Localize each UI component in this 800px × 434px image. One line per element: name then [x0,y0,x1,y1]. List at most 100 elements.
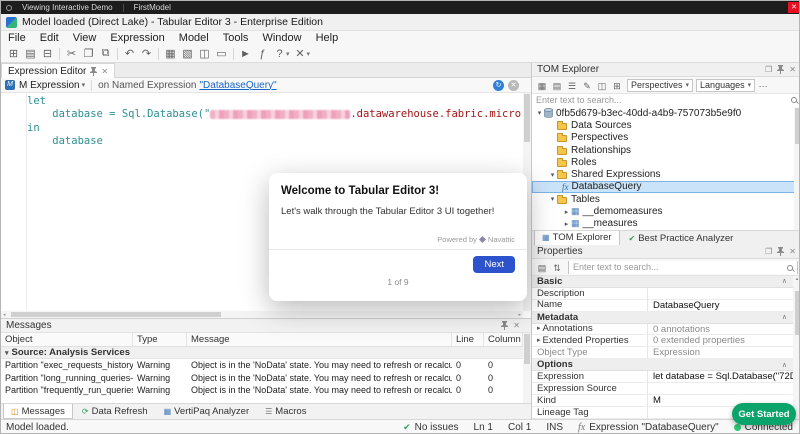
list-view-icon[interactable]: ☰ [565,79,579,92]
pivot-view-icon[interactable]: ▧ [179,47,196,60]
redo-icon[interactable]: ↷ [138,47,155,60]
categorized-view-icon[interactable]: ▤ [535,261,549,274]
tab-expression-editor[interactable]: Expression Editor ✕ [1,63,115,78]
tree-node-tables[interactable]: ▾ Tables [532,193,800,205]
more-options-icon[interactable]: ⋯ [756,79,770,92]
close-icon[interactable]: ✕ [789,247,796,256]
context-expression-link[interactable]: "DatabaseQuery" [199,80,276,91]
comment-icon[interactable]: ◫ [196,47,213,60]
languages-dropdown[interactable]: Languages ▾ [696,79,755,92]
chevron-down-icon[interactable]: ▾ [548,195,557,203]
tab-messages[interactable]: ◫ Messages [3,404,73,419]
function-icon[interactable]: ƒ [254,48,271,60]
scrollbar-thumb[interactable] [524,94,530,142]
demo-tab-firstmodel[interactable]: FirstModel [128,3,177,12]
property-group-options[interactable]: Options ∧ [532,359,793,371]
get-started-button[interactable]: Get Started [732,403,796,425]
powered-by[interactable]: Powered by Navattic [281,235,515,244]
chevron-down-icon[interactable]: ▾ [548,171,557,179]
message-row[interactable]: Partition "frequently_run_queries-d2... … [1,384,523,397]
expression-kind-selector[interactable]: M Expression [19,80,80,91]
message-row[interactable]: Partition "exec_requests_history-c7d... … [1,359,523,372]
property-row-expression-source[interactable]: Expression Source [532,383,793,395]
discard-expression-button[interactable]: ✕ [508,80,519,91]
scrollbar-thumb[interactable] [524,334,530,364]
pin-icon[interactable] [501,321,508,330]
scroll-up-icon[interactable]: ▴ [793,276,800,283]
vertical-scrollbar[interactable] [794,107,800,230]
tree-node-shared-expressions[interactable]: ▾ Shared Expressions [532,168,800,180]
menu-tools[interactable]: Tools [216,32,256,44]
apply-expression-button[interactable]: ↻ [493,80,504,91]
menu-model[interactable]: Model [172,32,216,44]
property-row-description[interactable]: Description [532,288,793,300]
edit-icon[interactable]: ✎ [580,79,594,92]
column-header-column[interactable]: Column [484,333,523,346]
tree-node-demomeasures[interactable]: ▸ ▦ __demomeasures [532,205,800,217]
chevron-down-icon[interactable]: ▾ [5,349,9,357]
tree-node-measures[interactable]: ▸ ▦ __measures [532,218,800,230]
collapse-icon[interactable]: ∧ [782,277,787,285]
collapse-icon[interactable]: ∧ [782,313,787,321]
property-group-basic[interactable]: Basic ∧ [532,276,793,288]
vertical-scrollbar[interactable]: ▴ [793,276,800,419]
new-icon[interactable]: ⊞ [5,47,22,60]
scrollbar-thumb[interactable] [795,108,800,144]
vertical-scrollbar[interactable] [523,333,531,403]
scroll-right-icon[interactable]: ▸ [518,312,521,318]
column-header-line[interactable]: Line [452,333,484,346]
collapse-icon[interactable]: ∧ [782,361,787,369]
chevron-down-icon[interactable]: ▾ [535,109,544,117]
property-group-metadata[interactable]: Metadata ∧ [532,312,793,324]
tree-node-perspectives[interactable]: Perspectives [532,132,800,144]
demo-close-button[interactable]: ✕ [788,2,800,13]
demo-tab-viewing[interactable]: Viewing Interactive Demo [16,3,119,12]
chevron-right-icon[interactable]: ▸ [537,335,541,346]
tab-vertipaq-analyzer[interactable]: ▦ VertiPaq Analyzer [157,404,257,419]
float-panel-icon[interactable]: ❐ [765,247,772,256]
scrollbar-thumb[interactable] [795,291,800,335]
scroll-left-icon[interactable]: ◂ [3,312,6,318]
expand-all-icon[interactable]: ⊞ [610,79,624,92]
pin-icon[interactable] [777,247,784,256]
horizontal-scrollbar[interactable]: ◂ ▸ [1,311,523,318]
property-row-extended-properties[interactable]: ▸Extended Properties 0 extended properti… [532,335,793,347]
save-icon[interactable]: ⊟ [39,47,56,60]
close-icon[interactable]: ✕ [513,321,520,330]
menu-window[interactable]: Window [255,32,308,44]
column-header-object[interactable]: Object [1,333,133,346]
alphabetical-sort-icon[interactable]: ⇅ [550,261,564,274]
tab-best-practice-analyzer[interactable]: ✔ Best Practice Analyzer [622,231,741,246]
float-panel-icon[interactable]: ❐ [765,65,772,74]
property-row-object-type[interactable]: Object Type Expression [532,347,793,359]
tab-macros[interactable]: ☰ Macros [258,404,313,419]
grid-view-icon[interactable]: ▦ [162,47,179,60]
menu-expression[interactable]: Expression [103,32,171,44]
tree-node-relationships[interactable]: Relationships [532,144,800,156]
run-icon[interactable]: ► [237,48,254,60]
filter-icon[interactable]: ◫ [595,79,609,92]
model-view-icon[interactable]: ▦ [535,79,549,92]
close-icon[interactable]: ✕ [789,65,796,74]
open-icon[interactable]: ▤ [22,47,39,60]
column-header-message[interactable]: Message [187,333,452,346]
next-button[interactable]: Next [473,256,515,273]
menu-file[interactable]: File [1,32,33,44]
menu-edit[interactable]: Edit [33,32,66,44]
messages-group-row[interactable]: ▾ Source: Analysis Services [1,347,523,359]
property-row-annotations[interactable]: ▸Annotations 0 annotations [532,324,793,336]
menu-help[interactable]: Help [309,32,346,44]
close-icon[interactable]: ✕ [101,67,108,76]
tree-node-model-root[interactable]: ▾ 0fb5d679-b3ec-40dd-a4b9-757073b5e9f0 [532,107,800,119]
pin-icon[interactable] [90,67,97,76]
cut-icon[interactable]: ✂ [63,47,80,60]
tree-node-roles[interactable]: Roles [532,156,800,168]
paste-icon[interactable]: ⧉ [97,47,114,60]
tab-data-refresh[interactable]: ⟳ Data Refresh [75,404,155,419]
tab-tom-explorer[interactable]: ▦ TOM Explorer [534,231,620,246]
pin-icon[interactable] [777,65,784,74]
chevron-right-icon[interactable]: ▸ [562,208,571,216]
tree-node-databasequery[interactable]: fx DatabaseQuery [532,181,800,193]
properties-search-input[interactable] [569,261,797,274]
chevron-right-icon[interactable]: ▸ [537,324,541,335]
